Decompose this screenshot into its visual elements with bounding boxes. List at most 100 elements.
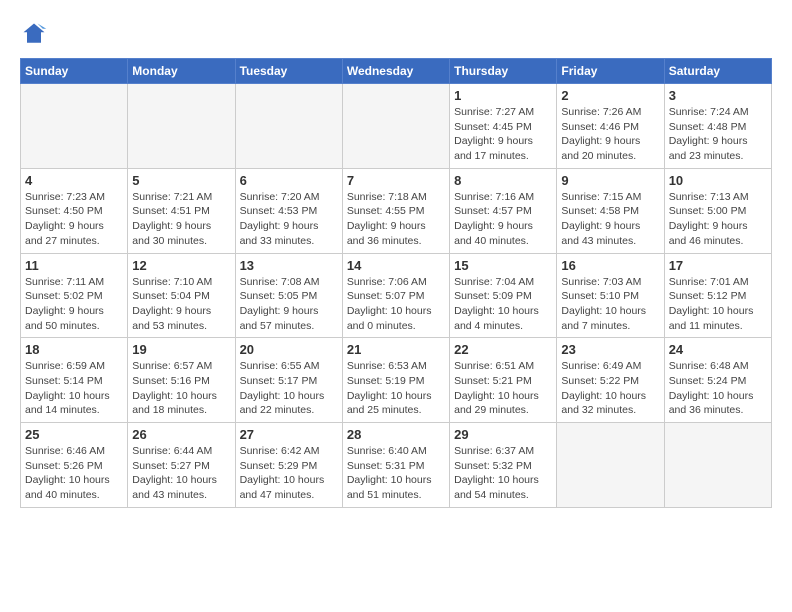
- day-number: 27: [240, 427, 338, 442]
- calendar-week-row: 4Sunrise: 7:23 AM Sunset: 4:50 PM Daylig…: [21, 168, 772, 253]
- weekday-header: Monday: [128, 59, 235, 84]
- weekday-header: Thursday: [450, 59, 557, 84]
- calendar-cell: 23 Sunrise: 6:49 AM Sunset: 5:22 PM Dayli…: [557, 338, 664, 423]
- calendar-header-row: SundayMondayTuesdayWednesdayThursdayFrid…: [21, 59, 772, 84]
- calendar-cell: 25 Sunrise: 6:46 AM Sunset: 5:26 PM Dayli…: [21, 423, 128, 508]
- weekday-header: Saturday: [664, 59, 771, 84]
- day-info: Sunrise: 7:15 AM Sunset: 4:58 PM Dayligh…: [561, 190, 659, 249]
- day-info: Sunrise: 6:59 AM Sunset: 5:14 PM Dayligh…: [25, 359, 123, 418]
- calendar-cell: 6Sunrise: 7:20 AM Sunset: 4:53 PM Daylig…: [235, 168, 342, 253]
- day-number: 29: [454, 427, 552, 442]
- logo: [20, 20, 52, 48]
- day-info: Sunrise: 6:46 AM Sunset: 5:26 PM Dayligh…: [25, 444, 123, 503]
- day-info: Sunrise: 7:16 AM Sunset: 4:57 PM Dayligh…: [454, 190, 552, 249]
- day-info: Sunrise: 7:13 AM Sunset: 5:00 PM Dayligh…: [669, 190, 767, 249]
- calendar-cell: 18 Sunrise: 6:59 AM Sunset: 5:14 PM Dayli…: [21, 338, 128, 423]
- calendar-cell: 9 Sunrise: 7:15 AM Sunset: 4:58 PM Daylig…: [557, 168, 664, 253]
- day-info: Sunrise: 7:21 AM Sunset: 4:51 PM Dayligh…: [132, 190, 230, 249]
- day-info: Sunrise: 6:48 AM Sunset: 5:24 PM Dayligh…: [669, 359, 767, 418]
- day-info: Sunrise: 7:08 AM Sunset: 5:05 PM Dayligh…: [240, 275, 338, 334]
- day-info: Sunrise: 7:01 AM Sunset: 5:12 PM Dayligh…: [669, 275, 767, 334]
- calendar-cell: 26 Sunrise: 6:44 AM Sunset: 5:27 PM Dayli…: [128, 423, 235, 508]
- day-number: 8: [454, 173, 552, 188]
- day-number: 4: [25, 173, 123, 188]
- day-number: 20: [240, 342, 338, 357]
- calendar-cell: 16 Sunrise: 7:03 AM Sunset: 5:10 PM Dayli…: [557, 253, 664, 338]
- day-number: 18: [25, 342, 123, 357]
- day-info: Sunrise: 6:40 AM Sunset: 5:31 PM Dayligh…: [347, 444, 445, 503]
- day-number: 1: [454, 88, 552, 103]
- day-info: Sunrise: 7:18 AM Sunset: 4:55 PM Dayligh…: [347, 190, 445, 249]
- day-info: Sunrise: 6:53 AM Sunset: 5:19 PM Dayligh…: [347, 359, 445, 418]
- day-number: 9: [561, 173, 659, 188]
- day-number: 24: [669, 342, 767, 357]
- calendar-cell: 29 Sunrise: 6:37 AM Sunset: 5:32 PM Dayli…: [450, 423, 557, 508]
- day-info: Sunrise: 6:57 AM Sunset: 5:16 PM Dayligh…: [132, 359, 230, 418]
- day-number: 23: [561, 342, 659, 357]
- day-info: Sunrise: 7:27 AM Sunset: 4:45 PM Dayligh…: [454, 105, 552, 164]
- day-info: Sunrise: 6:49 AM Sunset: 5:22 PM Dayligh…: [561, 359, 659, 418]
- day-info: Sunrise: 6:42 AM Sunset: 5:29 PM Dayligh…: [240, 444, 338, 503]
- day-number: 11: [25, 258, 123, 273]
- day-number: 26: [132, 427, 230, 442]
- calendar-cell: 4Sunrise: 7:23 AM Sunset: 4:50 PM Daylig…: [21, 168, 128, 253]
- weekday-header: Wednesday: [342, 59, 449, 84]
- calendar-cell: 11 Sunrise: 7:11 AM Sunset: 5:02 PM Dayli…: [21, 253, 128, 338]
- day-number: 3: [669, 88, 767, 103]
- page-header: [20, 20, 772, 48]
- day-number: 17: [669, 258, 767, 273]
- day-number: 7: [347, 173, 445, 188]
- calendar-cell: 24 Sunrise: 6:48 AM Sunset: 5:24 PM Dayli…: [664, 338, 771, 423]
- calendar-week-row: 1 Sunrise: 7:27 AM Sunset: 4:45 PM Daylig…: [21, 84, 772, 169]
- day-number: 25: [25, 427, 123, 442]
- calendar-cell: 13 Sunrise: 7:08 AM Sunset: 5:05 PM Dayli…: [235, 253, 342, 338]
- calendar-cell: [21, 84, 128, 169]
- day-info: Sunrise: 7:26 AM Sunset: 4:46 PM Dayligh…: [561, 105, 659, 164]
- weekday-header: Sunday: [21, 59, 128, 84]
- calendar-cell: 12 Sunrise: 7:10 AM Sunset: 5:04 PM Dayli…: [128, 253, 235, 338]
- day-number: 5: [132, 173, 230, 188]
- calendar-cell: [557, 423, 664, 508]
- logo-icon: [20, 20, 48, 48]
- day-info: Sunrise: 7:06 AM Sunset: 5:07 PM Dayligh…: [347, 275, 445, 334]
- calendar-table: SundayMondayTuesdayWednesdayThursdayFrid…: [20, 58, 772, 508]
- calendar-cell: 7 Sunrise: 7:18 AM Sunset: 4:55 PM Daylig…: [342, 168, 449, 253]
- day-info: Sunrise: 6:44 AM Sunset: 5:27 PM Dayligh…: [132, 444, 230, 503]
- day-info: Sunrise: 7:03 AM Sunset: 5:10 PM Dayligh…: [561, 275, 659, 334]
- calendar-cell: 5 Sunrise: 7:21 AM Sunset: 4:51 PM Daylig…: [128, 168, 235, 253]
- day-number: 22: [454, 342, 552, 357]
- calendar-cell: 19 Sunrise: 6:57 AM Sunset: 5:16 PM Dayli…: [128, 338, 235, 423]
- day-number: 12: [132, 258, 230, 273]
- day-number: 15: [454, 258, 552, 273]
- day-number: 16: [561, 258, 659, 273]
- day-number: 6: [240, 173, 338, 188]
- day-number: 14: [347, 258, 445, 273]
- day-number: 19: [132, 342, 230, 357]
- day-number: 28: [347, 427, 445, 442]
- calendar-cell: 1 Sunrise: 7:27 AM Sunset: 4:45 PM Daylig…: [450, 84, 557, 169]
- calendar-week-row: 25 Sunrise: 6:46 AM Sunset: 5:26 PM Dayli…: [21, 423, 772, 508]
- calendar-cell: 28 Sunrise: 6:40 AM Sunset: 5:31 PM Dayli…: [342, 423, 449, 508]
- calendar-cell: [128, 84, 235, 169]
- calendar-cell: 22 Sunrise: 6:51 AM Sunset: 5:21 PM Dayli…: [450, 338, 557, 423]
- calendar-cell: 20Sunrise: 6:55 AM Sunset: 5:17 PM Dayli…: [235, 338, 342, 423]
- calendar-cell: 3 Sunrise: 7:24 AM Sunset: 4:48 PM Daylig…: [664, 84, 771, 169]
- calendar-cell: 17 Sunrise: 7:01 AM Sunset: 5:12 PM Dayli…: [664, 253, 771, 338]
- calendar-cell: 2Sunrise: 7:26 AM Sunset: 4:46 PM Daylig…: [557, 84, 664, 169]
- calendar-week-row: 11 Sunrise: 7:11 AM Sunset: 5:02 PM Dayli…: [21, 253, 772, 338]
- day-info: Sunrise: 6:51 AM Sunset: 5:21 PM Dayligh…: [454, 359, 552, 418]
- calendar-cell: [235, 84, 342, 169]
- calendar-cell: 14 Sunrise: 7:06 AM Sunset: 5:07 PM Dayli…: [342, 253, 449, 338]
- day-number: 10: [669, 173, 767, 188]
- day-number: 21: [347, 342, 445, 357]
- day-info: Sunrise: 7:11 AM Sunset: 5:02 PM Dayligh…: [25, 275, 123, 334]
- calendar-cell: [664, 423, 771, 508]
- day-info: Sunrise: 6:37 AM Sunset: 5:32 PM Dayligh…: [454, 444, 552, 503]
- day-number: 13: [240, 258, 338, 273]
- day-info: Sunrise: 7:24 AM Sunset: 4:48 PM Dayligh…: [669, 105, 767, 164]
- day-info: Sunrise: 7:10 AM Sunset: 5:04 PM Dayligh…: [132, 275, 230, 334]
- calendar-week-row: 18 Sunrise: 6:59 AM Sunset: 5:14 PM Dayli…: [21, 338, 772, 423]
- calendar-cell: 8 Sunrise: 7:16 AM Sunset: 4:57 PM Daylig…: [450, 168, 557, 253]
- weekday-header: Friday: [557, 59, 664, 84]
- calendar-cell: [342, 84, 449, 169]
